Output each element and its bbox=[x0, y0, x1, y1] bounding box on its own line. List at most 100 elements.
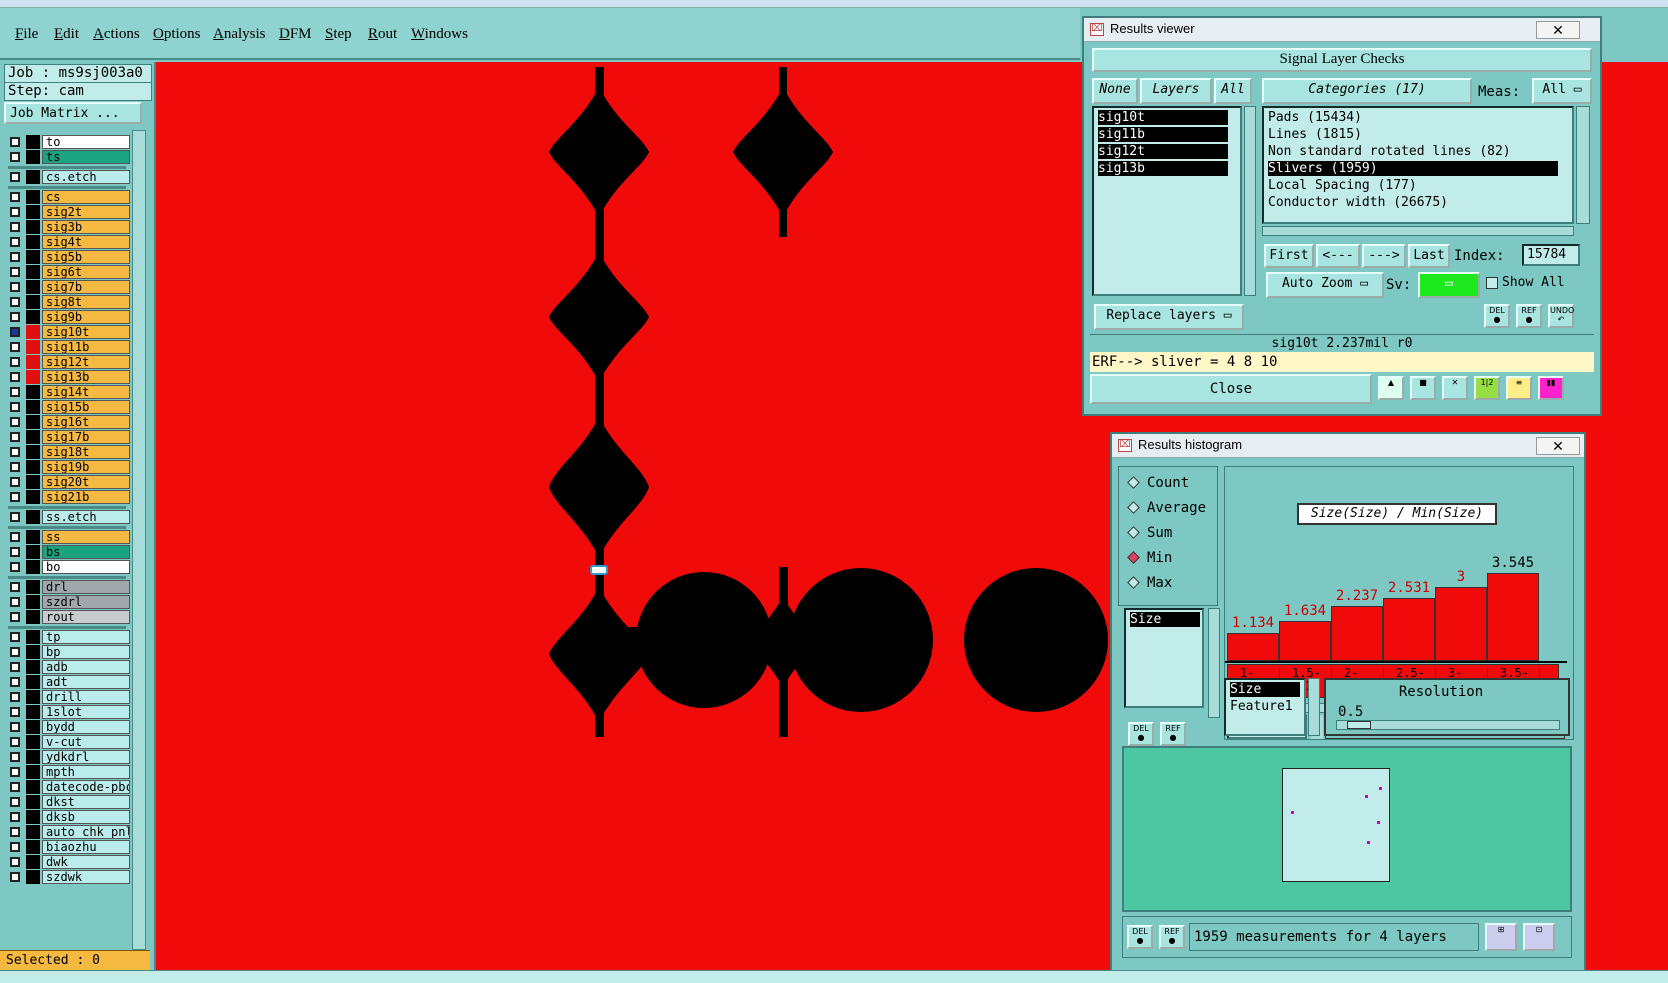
layer-color-swatch[interactable] bbox=[26, 765, 40, 779]
layer-checkbox[interactable] bbox=[10, 477, 20, 487]
layer-row-cs[interactable]: cs bbox=[8, 190, 130, 204]
layer-color-swatch[interactable] bbox=[26, 190, 40, 204]
last-button[interactable]: Last bbox=[1408, 244, 1450, 268]
layer-row-sig12t[interactable]: sig12t bbox=[8, 355, 130, 369]
layer-row-bs[interactable]: bs bbox=[8, 545, 130, 559]
histogram-bar[interactable] bbox=[1331, 606, 1383, 661]
layer-color-swatch[interactable] bbox=[26, 280, 40, 294]
layer-color-swatch[interactable] bbox=[26, 795, 40, 809]
layer-color-swatch[interactable] bbox=[26, 340, 40, 354]
layer-name[interactable]: sig7b bbox=[42, 280, 130, 294]
layer-checkbox[interactable] bbox=[10, 237, 20, 247]
histogram-bar[interactable] bbox=[1383, 598, 1435, 661]
layer-name[interactable]: sig2t bbox=[42, 205, 130, 219]
layer-row-sig14t[interactable]: sig14t bbox=[8, 385, 130, 399]
layer-checkbox[interactable] bbox=[10, 842, 20, 852]
layer-checkbox[interactable] bbox=[10, 387, 20, 397]
layer-checkbox[interactable] bbox=[10, 532, 20, 542]
resolution-slider-handle[interactable] bbox=[1347, 721, 1371, 729]
layer-name[interactable]: szdwk bbox=[42, 870, 130, 884]
footer-ref-icon[interactable]: REF ● bbox=[1159, 925, 1185, 949]
prev-button[interactable]: <--- bbox=[1316, 244, 1360, 268]
layer-color-swatch[interactable] bbox=[26, 630, 40, 644]
layer-row-sig5b[interactable]: sig5b bbox=[8, 250, 130, 264]
layer-checkbox[interactable] bbox=[10, 252, 20, 262]
histogram-bar[interactable] bbox=[1487, 573, 1539, 661]
layer-name[interactable]: ydkdrl bbox=[42, 750, 130, 764]
zoom-fit-icon[interactable]: ⊞ bbox=[1485, 923, 1517, 951]
menu-step[interactable]: Step bbox=[325, 26, 352, 43]
layer-name[interactable]: dkst bbox=[42, 795, 130, 809]
result-layer-item[interactable]: sig13b bbox=[1098, 161, 1228, 176]
next-button[interactable]: ---> bbox=[1362, 244, 1406, 268]
layer-checkbox[interactable] bbox=[10, 647, 20, 657]
layer-color-swatch[interactable] bbox=[26, 170, 40, 184]
layer-name[interactable]: sig9b bbox=[42, 310, 130, 324]
layer-checkbox[interactable] bbox=[10, 827, 20, 837]
severity-color-dropdown[interactable]: ▭ bbox=[1418, 272, 1480, 298]
layer-name[interactable]: sig5b bbox=[42, 250, 130, 264]
field-list-scrollbar[interactable] bbox=[1308, 678, 1320, 736]
layer-name[interactable]: bs bbox=[42, 545, 130, 559]
close-button[interactable]: Close bbox=[1090, 374, 1372, 404]
layer-row-cs.etch[interactable]: cs.etch bbox=[8, 170, 130, 184]
layer-color-swatch[interactable] bbox=[26, 220, 40, 234]
field-feature1[interactable]: Feature1 bbox=[1230, 699, 1293, 714]
layers-scrollbar[interactable] bbox=[1244, 106, 1256, 296]
category-item[interactable]: Lines (1815) bbox=[1268, 127, 1558, 142]
layer-row-dkst[interactable]: dkst bbox=[8, 795, 130, 809]
layer-name[interactable]: sig16t bbox=[42, 415, 130, 429]
layer-checkbox[interactable] bbox=[10, 737, 20, 747]
layer-name[interactable]: sig10t bbox=[42, 325, 130, 339]
result-layers-list[interactable]: sig10t sig11b sig12t sig13b bbox=[1092, 106, 1242, 296]
job-matrix-button[interactable]: Job Matrix ... bbox=[4, 102, 142, 124]
layer-name[interactable]: sig12t bbox=[42, 355, 130, 369]
layer-color-swatch[interactable] bbox=[26, 780, 40, 794]
categories-hscrollbar[interactable] bbox=[1262, 226, 1574, 236]
layer-name[interactable]: sig4t bbox=[42, 235, 130, 249]
layer-checkbox[interactable] bbox=[10, 782, 20, 792]
resolution-slider[interactable] bbox=[1336, 720, 1560, 730]
layer-row-szdrl[interactable]: szdrl bbox=[8, 595, 130, 609]
layer-color-swatch[interactable] bbox=[26, 475, 40, 489]
layer-row-sig17b[interactable]: sig17b bbox=[8, 430, 130, 444]
categories-scrollbar[interactable] bbox=[1576, 106, 1590, 224]
meas-dropdown[interactable]: All ▭ bbox=[1532, 78, 1592, 104]
screenshot-icon[interactable]: ■ bbox=[1410, 376, 1436, 400]
result-layer-item[interactable]: sig10t bbox=[1098, 110, 1228, 125]
field-size[interactable]: Size bbox=[1230, 682, 1300, 697]
layer-color-swatch[interactable] bbox=[26, 205, 40, 219]
layer-color-swatch[interactable] bbox=[26, 325, 40, 339]
menu-windows[interactable]: Windows bbox=[411, 26, 468, 43]
layer-name[interactable]: adt bbox=[42, 675, 130, 689]
category-item[interactable]: Slivers (1959) bbox=[1268, 161, 1558, 176]
layer-name[interactable]: v-cut bbox=[42, 735, 130, 749]
layer-name[interactable]: sig14t bbox=[42, 385, 130, 399]
layer-row-sig10t[interactable]: sig10t bbox=[8, 325, 130, 339]
layer-checkbox[interactable] bbox=[10, 417, 20, 427]
layer-name[interactable]: sig21b bbox=[42, 490, 130, 504]
layer-color-swatch[interactable] bbox=[26, 545, 40, 559]
all-button[interactable]: All bbox=[1214, 78, 1252, 104]
layer-color-swatch[interactable] bbox=[26, 385, 40, 399]
layer-checkbox[interactable] bbox=[10, 137, 20, 147]
histogram-bar[interactable] bbox=[1227, 633, 1279, 661]
layer-name[interactable]: adb bbox=[42, 660, 130, 674]
layer-row-sig13b[interactable]: sig13b bbox=[8, 370, 130, 384]
layer-row-sig20t[interactable]: sig20t bbox=[8, 475, 130, 489]
layer-name[interactable]: sig13b bbox=[42, 370, 130, 384]
compare-icon[interactable]: 1|2 bbox=[1474, 376, 1500, 400]
layer-row-sig6t[interactable]: sig6t bbox=[8, 265, 130, 279]
layer-color-swatch[interactable] bbox=[26, 610, 40, 624]
layer-name[interactable]: rout bbox=[42, 610, 130, 624]
layer-color-swatch[interactable] bbox=[26, 580, 40, 594]
layer-row-ss.etch[interactable]: ss.etch bbox=[8, 510, 130, 524]
undo-icon[interactable]: UNDO ↶ bbox=[1548, 304, 1574, 328]
layer-name[interactable]: dksb bbox=[42, 810, 130, 824]
menu-rout[interactable]: Rout bbox=[368, 26, 397, 43]
layer-name[interactable]: biaozhu bbox=[42, 840, 130, 854]
layer-row-biaozhu[interactable]: biaozhu bbox=[8, 840, 130, 854]
layer-checkbox[interactable] bbox=[10, 812, 20, 822]
layer-name[interactable]: cs.etch bbox=[42, 170, 130, 184]
layer-color-swatch[interactable] bbox=[26, 560, 40, 574]
